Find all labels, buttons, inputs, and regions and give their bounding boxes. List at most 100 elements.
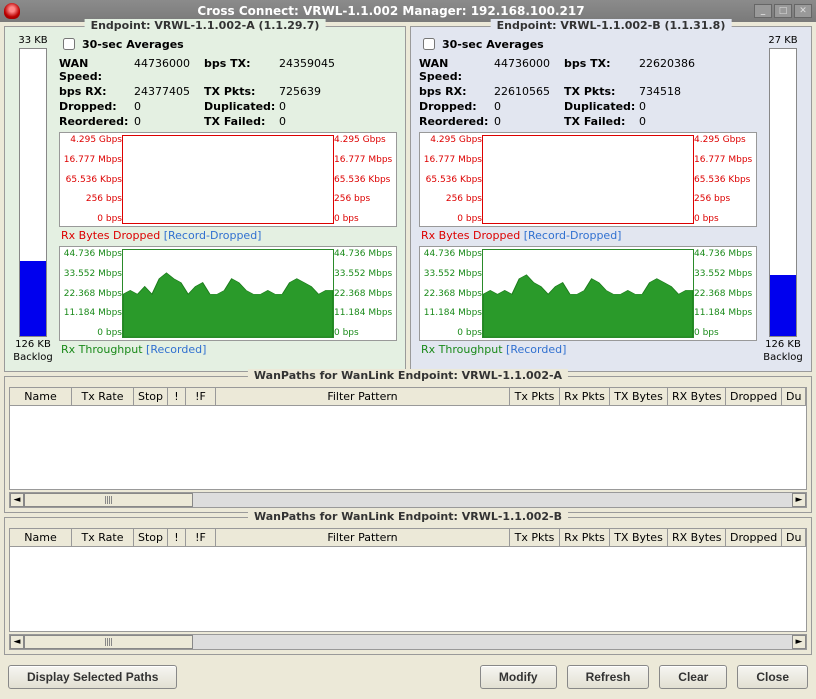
rx-dropped-rec: [Record-Dropped] [524,229,622,242]
scroll-right-icon[interactable]: ► [792,635,806,649]
column-header[interactable]: Rx Pkts [560,529,610,546]
column-header[interactable]: Dropped [726,529,782,546]
column-header[interactable]: Stop [134,388,168,405]
tx-pkts-value: 734518 [639,85,757,98]
column-header[interactable]: TX Bytes [610,529,668,546]
rx-dropped-chart: 4.295 Gbps16.777 Mbps65.536 Kbps256 bps0… [419,132,757,227]
bps-tx-label: bps TX: [564,57,639,83]
column-header[interactable]: !F [186,388,216,405]
column-header[interactable]: Tx Pkts [510,529,560,546]
maximize-button[interactable]: □ [774,4,792,18]
dropped-label: Dropped: [419,100,494,113]
close-button[interactable]: ✕ [794,4,812,18]
bps-rx-label: bps RX: [419,85,494,98]
wanpaths-b-panel: WanPaths for WanLink Endpoint: VRWL-1.1.… [4,517,812,655]
java-icon [4,3,20,19]
duplicated-value: 0 [279,100,397,113]
thirty-sec-avg-checkbox[interactable] [423,38,435,50]
gauge-top-label: 33 KB [18,35,47,46]
column-header[interactable]: Name [10,388,72,405]
thirty-sec-avg-checkbox[interactable] [63,38,75,50]
column-header[interactable]: Tx Pkts [510,388,560,405]
wanpaths-a-header: NameTx RateStop!!FFilter PatternTx PktsR… [9,387,807,406]
wan-speed-label: WAN Speed: [59,57,134,83]
tx-failed-label: TX Failed: [204,115,279,128]
column-header[interactable]: Stop [134,529,168,546]
gauge-bottom-value: 126 KB [15,339,51,350]
gauge-top-label: 27 KB [768,35,797,46]
bps-rx-label: bps RX: [59,85,134,98]
gauge-bottom-value: 126 KB [765,339,801,350]
rx-throughput-rec: [Recorded] [146,343,206,356]
tx-failed-value: 0 [639,115,757,128]
wanpaths-a-scrollbar[interactable]: ◄ ► [9,492,807,508]
duplicated-label: Duplicated: [204,100,279,113]
wan-speed-label: WAN Speed: [419,57,494,83]
endpoint-b-panel: Endpoint: VRWL-1.1.002-B (1.1.31.8) 30-s… [410,26,812,372]
window-title: Cross Connect: VRWL-1.1.002 Manager: 192… [28,4,754,18]
gauge-bottom-label: Backlog [13,352,53,363]
clear-button[interactable]: Clear [659,665,727,689]
column-header[interactable]: TX Bytes [610,388,668,405]
column-header[interactable]: RX Bytes [668,388,726,405]
gauge-bottom-label: Backlog [763,352,803,363]
column-header[interactable]: Rx Pkts [560,388,610,405]
gauge-fill [770,275,796,335]
column-header[interactable]: Filter Pattern [216,388,510,405]
wan-speed-value: 44736000 [494,57,564,83]
column-header[interactable]: Du [782,388,806,405]
close-button[interactable]: Close [737,665,808,689]
rx-throughput-rec: [Recorded] [506,343,566,356]
column-header[interactable]: Filter Pattern [216,529,510,546]
button-bar: Display Selected Paths Modify Refresh Cl… [4,659,812,695]
rx-dropped-rec: [Record-Dropped] [164,229,262,242]
scroll-thumb[interactable] [24,635,193,649]
column-header[interactable]: RX Bytes [668,529,726,546]
wanpaths-b-scrollbar[interactable]: ◄ ► [9,634,807,650]
scroll-right-icon[interactable]: ► [792,493,806,507]
column-header[interactable]: Name [10,529,72,546]
column-header[interactable]: ! [168,529,186,546]
display-selected-paths-button[interactable]: Display Selected Paths [8,665,177,689]
thirty-sec-avg-label: 30-sec Averages [442,38,544,51]
dropped-label: Dropped: [59,100,134,113]
duplicated-label: Duplicated: [564,100,639,113]
refresh-button[interactable]: Refresh [567,665,650,689]
wanpaths-a-body[interactable] [9,406,807,491]
dropped-value: 0 [494,100,564,113]
wanpaths-a-title: WanPaths for WanLink Endpoint: VRWL-1.1.… [248,369,568,382]
column-header[interactable]: Tx Rate [72,388,134,405]
scroll-left-icon[interactable]: ◄ [10,493,24,507]
bps-tx-label: bps TX: [204,57,279,83]
rx-throughput-label: Rx Throughput [421,343,503,356]
endpoint-b-gauge: 27 KB 126 KB Backlog [763,35,803,363]
bps-rx-value: 24377405 [134,85,204,98]
wan-speed-value: 44736000 [134,57,204,83]
wanpaths-b-body[interactable] [9,547,807,632]
endpoint-a-panel: Endpoint: VRWL-1.1.002-A (1.1.29.7) 33 K… [4,26,406,372]
tx-pkts-label: TX Pkts: [564,85,639,98]
bps-tx-value: 22620386 [639,57,757,83]
bps-rx-value: 22610565 [494,85,564,98]
column-header[interactable]: ! [168,388,186,405]
column-header[interactable]: Du [782,529,806,546]
wanpaths-a-panel: WanPaths for WanLink Endpoint: VRWL-1.1.… [4,376,812,514]
bps-tx-value: 24359045 [279,57,397,83]
column-header[interactable]: !F [186,529,216,546]
rx-throughput-chart: 44.736 Mbps33.552 Mbps22.368 Mbps11.184 … [419,246,757,341]
column-header[interactable]: Dropped [726,388,782,405]
rx-dropped-label: Rx Bytes Dropped [61,229,160,242]
wanpaths-b-header: NameTx RateStop!!FFilter PatternTx PktsR… [9,528,807,547]
minimize-button[interactable]: _ [754,4,772,18]
rx-throughput-chart: 44.736 Mbps33.552 Mbps22.368 Mbps11.184 … [59,246,397,341]
endpoint-a-gauge: 33 KB 126 KB Backlog [13,35,53,363]
gauge-bar [19,48,47,337]
scroll-left-icon[interactable]: ◄ [10,635,24,649]
duplicated-value: 0 [639,100,757,113]
endpoint-b-title: Endpoint: VRWL-1.1.002-B (1.1.31.8) [491,19,732,32]
rx-dropped-chart: 4.295 Gbps16.777 Mbps65.536 Kbps256 bps0… [59,132,397,227]
modify-button[interactable]: Modify [480,665,557,689]
reordered-label: Reordered: [419,115,494,128]
column-header[interactable]: Tx Rate [72,529,134,546]
scroll-thumb[interactable] [24,493,193,507]
